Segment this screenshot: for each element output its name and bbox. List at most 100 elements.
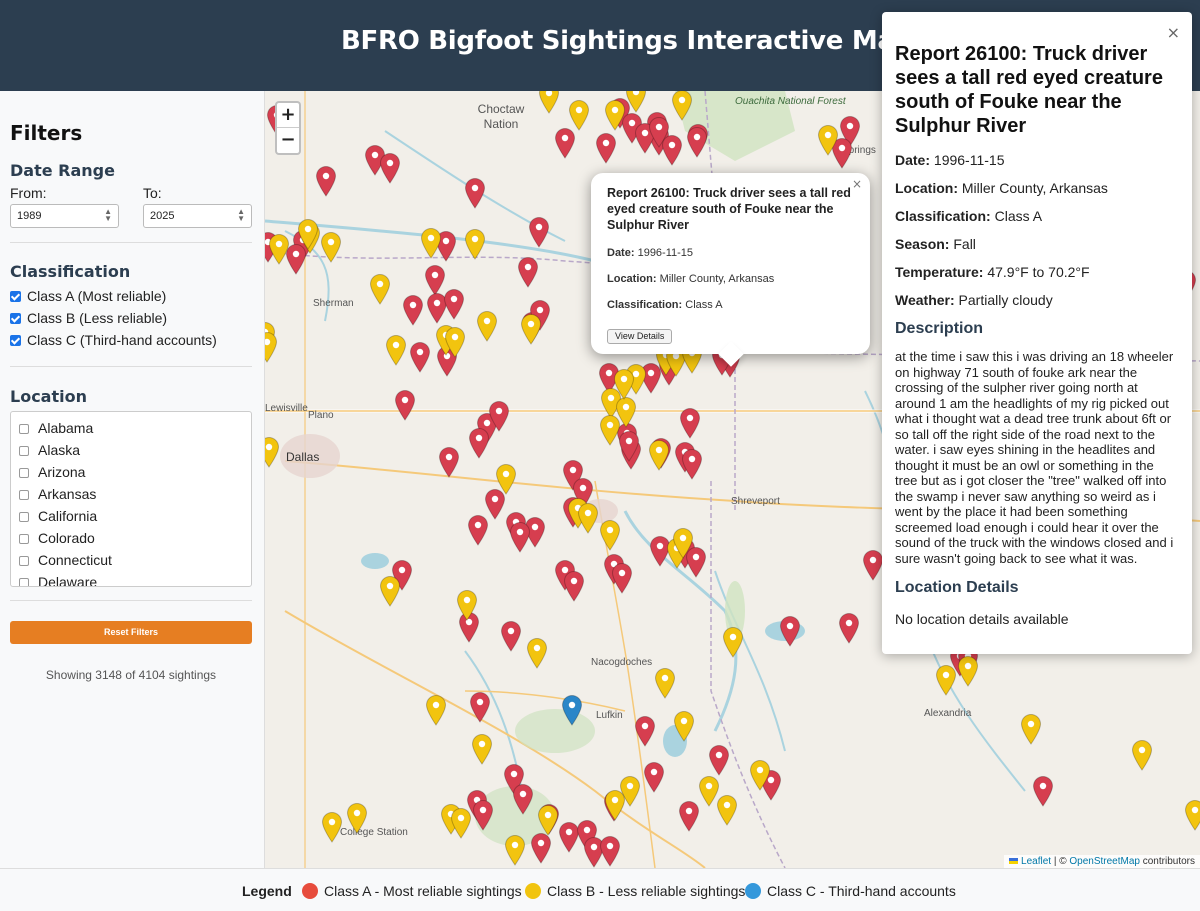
map-marker-icon[interactable] [611, 562, 633, 594]
map-marker-icon[interactable] [678, 800, 700, 832]
map-marker-icon[interactable] [595, 132, 617, 164]
osm-link[interactable]: OpenStreetMap [1069, 856, 1140, 867]
map-marker-icon[interactable] [957, 655, 979, 687]
location-list[interactable]: Alabama Alaska Arizona Arkansas Californ… [10, 411, 252, 587]
map-marker-icon[interactable] [379, 152, 401, 184]
spinner-icon[interactable]: ▲ ▼ [104, 208, 112, 223]
zoom-in-button[interactable]: + [277, 103, 299, 128]
class-a-checkbox[interactable]: Class A (Most reliable) [10, 288, 166, 304]
map-marker-icon[interactable] [488, 400, 510, 432]
checkbox-checked-icon[interactable] [10, 291, 21, 302]
map-marker-icon[interactable] [613, 368, 635, 400]
map-marker-icon[interactable] [672, 527, 694, 559]
map-marker-icon[interactable] [599, 835, 621, 867]
map-marker-icon[interactable] [634, 715, 656, 747]
map-marker-icon[interactable] [444, 326, 466, 358]
map-marker-icon[interactable] [568, 99, 590, 131]
location-option[interactable]: Delaware [19, 574, 97, 586]
map-marker-icon[interactable] [599, 414, 621, 446]
class-b-checkbox[interactable]: Class B (Less reliable) [10, 310, 167, 326]
checkbox-checked-icon[interactable] [10, 313, 21, 324]
map-marker-icon[interactable] [537, 804, 559, 836]
reset-filters-button[interactable]: Reset Filters [10, 621, 252, 644]
map-marker-icon[interactable] [500, 620, 522, 652]
map-marker-icon[interactable] [599, 519, 621, 551]
location-option[interactable]: Alaska [19, 442, 80, 458]
map-marker-icon[interactable] [402, 294, 424, 326]
to-year-input[interactable]: 2025 ▲ ▼ [143, 204, 252, 228]
map-marker-icon[interactable] [504, 834, 526, 866]
map-marker-icon[interactable] [476, 310, 498, 342]
map-marker-icon[interactable] [472, 799, 494, 831]
map-marker-icon[interactable] [425, 694, 447, 726]
map-marker-icon[interactable] [520, 313, 542, 345]
map-marker-icon[interactable] [749, 759, 771, 791]
map-marker-icon[interactable] [379, 575, 401, 607]
location-option[interactable]: California [19, 508, 97, 524]
map-marker-icon[interactable] [561, 694, 583, 726]
map-marker-icon[interactable] [1184, 799, 1200, 831]
map-marker-icon[interactable] [625, 91, 647, 113]
map-marker-icon[interactable] [679, 407, 701, 439]
map-marker-icon[interactable] [838, 612, 860, 644]
panel-close-icon[interactable]: × [1167, 23, 1180, 42]
map-marker-icon[interactable] [512, 783, 534, 815]
map-marker-icon[interactable] [409, 341, 431, 373]
location-option[interactable]: Arizona [19, 464, 85, 480]
map-marker-icon[interactable] [538, 91, 560, 114]
map-marker-icon[interactable] [320, 231, 342, 263]
map-marker-icon[interactable] [438, 446, 460, 478]
map-marker-icon[interactable] [467, 514, 489, 546]
map-marker-icon[interactable] [495, 463, 517, 495]
map-marker-icon[interactable] [708, 744, 730, 776]
map-marker-icon[interactable] [618, 430, 640, 462]
map-marker-icon[interactable] [297, 218, 319, 250]
map-marker-icon[interactable] [862, 549, 884, 581]
map-marker-icon[interactable] [471, 733, 493, 765]
map-marker-icon[interactable] [671, 91, 693, 121]
location-option[interactable]: Colorado [19, 530, 95, 546]
map-marker-icon[interactable] [681, 448, 703, 480]
map-marker-icon[interactable] [315, 165, 337, 197]
location-option[interactable]: Connecticut [19, 552, 112, 568]
checkbox-checked-icon[interactable] [10, 335, 21, 346]
map-marker-icon[interactable] [722, 626, 744, 658]
zoom-out-button[interactable]: − [277, 128, 299, 153]
map-marker-icon[interactable] [346, 802, 368, 834]
location-option[interactable]: Arkansas [19, 486, 96, 502]
map-marker-icon[interactable] [604, 99, 626, 131]
map-marker-icon[interactable] [779, 615, 801, 647]
map-marker-icon[interactable] [528, 216, 550, 248]
map-marker-icon[interactable] [321, 811, 343, 843]
map-marker-icon[interactable] [648, 439, 670, 471]
view-details-button[interactable]: View Details [607, 329, 673, 344]
map-marker-icon[interactable] [369, 273, 391, 305]
class-c-checkbox[interactable]: Class C (Third-hand accounts) [10, 332, 217, 348]
map-marker-icon[interactable] [469, 691, 491, 723]
map-marker-icon[interactable] [530, 832, 552, 864]
map-marker-icon[interactable] [1020, 713, 1042, 745]
map-marker-icon[interactable] [526, 637, 548, 669]
map-marker-icon[interactable] [385, 334, 407, 366]
map-marker-icon[interactable] [563, 570, 585, 602]
map-marker-icon[interactable] [686, 126, 708, 158]
map-marker-icon[interactable] [464, 228, 486, 260]
map-marker-icon[interactable] [468, 427, 490, 459]
map-marker-icon[interactable] [1131, 739, 1153, 771]
map-marker-icon[interactable] [673, 710, 695, 742]
spinner-icon[interactable]: ▲ ▼ [237, 208, 245, 223]
map-marker-icon[interactable] [420, 227, 442, 259]
map-marker-icon[interactable] [661, 134, 683, 166]
map-marker-icon[interactable] [517, 256, 539, 288]
from-year-input[interactable]: 1989 ▲ ▼ [10, 204, 119, 228]
map-marker-icon[interactable] [1032, 775, 1054, 807]
map-marker-icon[interactable] [643, 761, 665, 793]
map-marker-icon[interactable] [268, 233, 290, 265]
map-marker-icon[interactable] [450, 807, 472, 839]
map-marker-icon[interactable] [716, 794, 738, 826]
popup-close-icon[interactable]: × [852, 177, 862, 191]
leaflet-link[interactable]: Leaflet [1021, 856, 1051, 867]
location-option[interactable]: Alabama [19, 420, 93, 436]
map-marker-icon[interactable] [265, 436, 280, 468]
map-marker-icon[interactable] [443, 288, 465, 320]
